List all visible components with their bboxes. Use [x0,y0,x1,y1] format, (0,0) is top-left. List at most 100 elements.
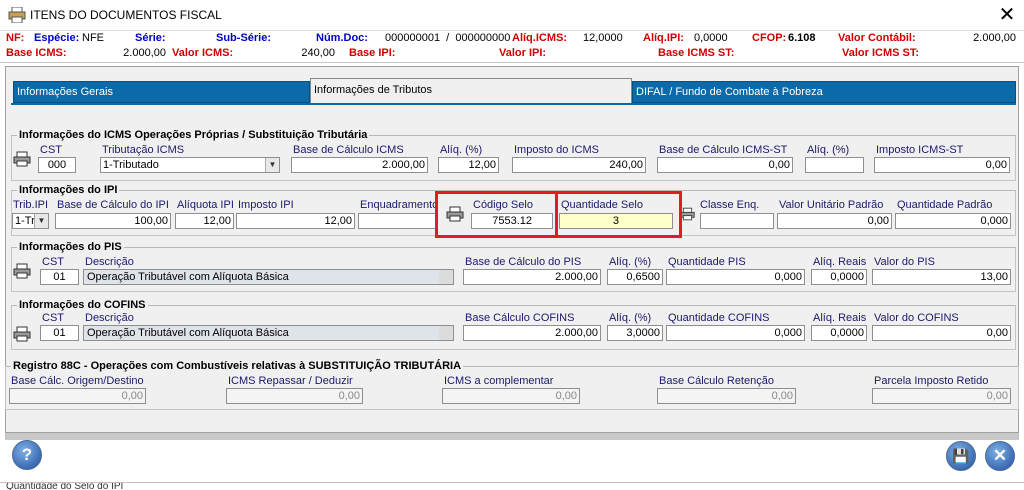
ipi-enq-input[interactable] [358,213,436,229]
cofins-cst-input[interactable]: 01 [40,325,79,341]
reg88c-parcela-input[interactable]: 0,00 [872,388,1011,404]
valor-ipi-label: Valor IPI: [499,47,547,59]
reg88c-complementar-label: ICMS a complementar [444,375,554,387]
especie-value: NFE [82,32,104,44]
ipi-imposto-label: Imposto IPI [238,199,294,211]
cfop-value: 6.108 [788,32,816,44]
printer-icon[interactable] [13,151,31,167]
especie-label: Espécie: [34,32,80,44]
icms-trib-label: Tributação ICMS [102,144,185,156]
base-icms-st-label: Base ICMS ST: [658,47,735,59]
cofins-base-label: Base Cálculo COFINS [465,312,575,324]
icms-imposto-st-input[interactable]: 0,00 [874,157,1010,173]
pis-aliq-reais-label: Alíq. Reais [813,256,867,268]
reg88c-base-input[interactable]: 0,00 [9,388,146,404]
icms-cst-input[interactable]: 000 [38,157,76,173]
qtd-padrao-label: Quantidade Padrão [897,199,993,211]
valor-contabil-label: Valor Contábil: [838,32,916,44]
icms-base-input[interactable]: 2.000,00 [291,157,428,173]
icms-aliq-input[interactable]: 12,00 [438,157,499,173]
cofins-desc-value: Operação Tributável com Alíquota Básica [87,327,289,339]
pis-valor-label: Valor do PIS [874,256,935,268]
valor-icms-value: 240,00 [301,47,335,59]
pis-qtd-input[interactable]: 0,000 [666,269,805,285]
cofins-aliq-label: Alíq. (%) [609,312,652,324]
printer-icon[interactable] [13,263,31,279]
title-bar: ITENS DO DOCUMENTOS FISCAL ✕ [0,0,1024,31]
valor-icms-st-label: Valor ICMS ST: [842,47,920,59]
chevron-down-icon[interactable]: ▼ [265,158,279,172]
reg88c-retencao-label: Base Cálculo Retenção [659,375,774,387]
icms-aliq-st-input[interactable] [805,157,864,173]
cofins-valor-input[interactable]: 0,00 [872,325,1011,341]
base-icms-label: Base ICMS: [6,47,67,59]
separator-bar [5,432,1019,440]
icms-trib-select[interactable]: 1-Tributado ▼ [100,157,280,173]
icms-base-st-input[interactable]: 0,00 [657,157,793,173]
pis-aliq-input[interactable]: 0,6500 [607,269,663,285]
reg88c-retencao-input[interactable]: 0,00 [657,388,796,404]
cofins-aliq-input[interactable]: 3,0000 [607,325,663,341]
reg88c-complementar-input[interactable]: 0,00 [442,388,580,404]
printer-icon[interactable] [680,206,695,222]
icms-imposto-st-label: Imposto ICMS-ST [876,144,964,156]
icms-imposto-input[interactable]: 240,00 [512,157,646,173]
close-button[interactable]: ✕ [985,441,1015,471]
ipi-group-title: Informações do IPI [17,184,120,196]
tab-difal[interactable]: DIFAL / Fundo de Combate à Pobreza [632,81,1016,103]
cofins-valor-label: Valor do COFINS [874,312,959,324]
codigo-selo-input[interactable]: 7553.12 [471,213,553,229]
ipi-imposto-input[interactable]: 12,00 [236,213,355,229]
num-doc-label: Núm.Doc: [316,32,368,44]
printer-icon[interactable] [446,206,464,222]
cofins-cst-label: CST [42,312,64,324]
chevron-down-icon[interactable]: ▼ [34,214,48,228]
classe-enq-input[interactable] [700,213,774,229]
pis-desc-field[interactable]: Operação Tributável com Alíquota Básica [83,269,454,285]
valor-icms-label: Valor ICMS: [172,47,234,59]
sub-serie-label: Sub-Série: [216,32,272,44]
nf-label: NF: [6,32,25,44]
qtd-selo-input[interactable]: 3 [559,213,673,229]
close-window-button[interactable]: ✕ [996,3,1018,27]
aliq-ipi-value: 0,0000 [694,32,728,44]
tab-informacoes-tributos[interactable]: Informações de Tributos [310,78,632,104]
tab-informacoes-gerais[interactable]: Informações Gerais [13,81,310,103]
document-info-header: NF: Espécie: NFE Série: Sub-Série: Núm.D… [0,31,1024,63]
ipi-aliq-input[interactable]: 12,00 [175,213,234,229]
reg88c-repassar-label: ICMS Repassar / Deduzir [228,375,353,387]
pis-cst-label: CST [42,256,64,268]
valor-contabil-value: 2.000,00 [973,32,1016,44]
cofins-desc-label: Descrição [85,312,134,324]
tab-divider [11,103,1016,105]
icms-imposto-label: Imposto do ICMS [514,144,599,156]
help-button[interactable]: ? [12,440,42,470]
reg88c-group-title: Registro 88C - Operações com Combustívei… [11,360,464,372]
reg88c-base-label: Base Cálc. Origem/Destino [11,375,144,387]
save-button[interactable]: 💾 [946,441,976,471]
pis-aliq-label: Alíq. (%) [609,256,652,268]
num-doc-value: 000000001 / 000000000 [385,32,511,44]
codigo-selo-label: Código Selo [473,199,533,211]
qtd-padrao-input[interactable]: 0,000 [895,213,1011,229]
cofins-qtd-label: Quantidade COFINS [668,312,770,324]
ipi-base-input[interactable]: 100,00 [55,213,171,229]
pis-base-input[interactable]: 2.000,00 [463,269,601,285]
aliq-icms-value: 12,0000 [583,32,623,44]
icms-base-st-label: Base de Cálculo ICMS-ST [659,144,788,156]
pis-valor-input[interactable]: 13,00 [872,269,1011,285]
pis-aliq-reais-input[interactable]: 0,0000 [811,269,867,285]
printer-icon[interactable] [13,326,31,342]
pis-cst-input[interactable]: 01 [40,269,79,285]
pis-base-label: Base de Cálculo do PIS [465,256,582,268]
cofins-base-input[interactable]: 2.000,00 [463,325,601,341]
ipi-base-label: Base de Cálculo do IPI [57,199,169,211]
cofins-aliq-reais-input[interactable]: 0,0000 [811,325,867,341]
icms-aliq-st-label: Alíq. (%) [807,144,850,156]
cofins-desc-field[interactable]: Operação Tributável com Alíquota Básica [83,325,454,341]
ipi-trib-value: 1-Tr [15,215,35,227]
reg88c-repassar-input[interactable]: 0,00 [226,388,363,404]
cofins-qtd-input[interactable]: 0,000 [666,325,805,341]
valor-unitario-input[interactable]: 0,00 [777,213,892,229]
ipi-trib-select[interactable]: 1-Tr ▼ [12,213,49,229]
